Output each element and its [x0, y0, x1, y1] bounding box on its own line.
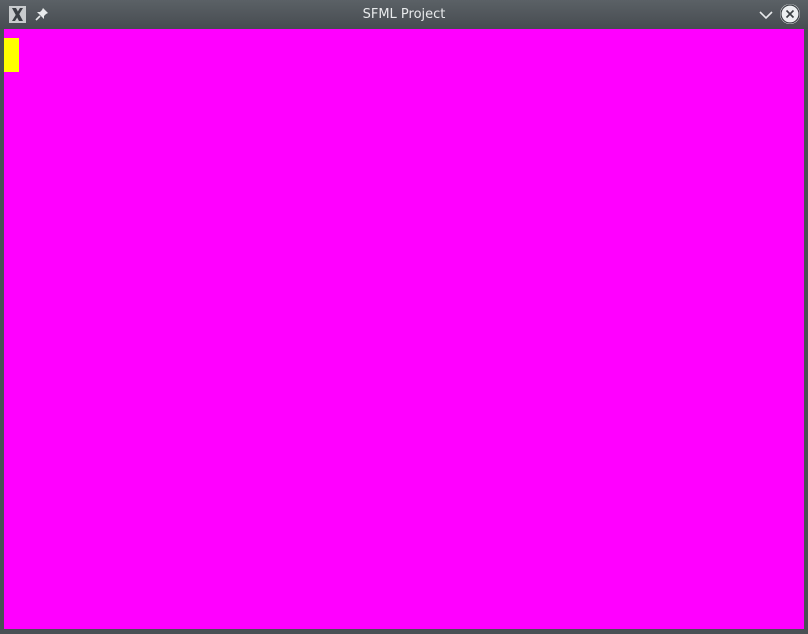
close-button[interactable]: [780, 4, 800, 24]
close-icon: [780, 4, 800, 24]
render-canvas[interactable]: [4, 29, 804, 629]
window-title: SFML Project: [362, 7, 446, 22]
application-window: SFML Project: [0, 0, 808, 634]
yellow-rectangle-sprite: [4, 38, 19, 72]
title-bar[interactable]: SFML Project: [0, 0, 808, 29]
chevron-down-icon[interactable]: [758, 7, 774, 23]
